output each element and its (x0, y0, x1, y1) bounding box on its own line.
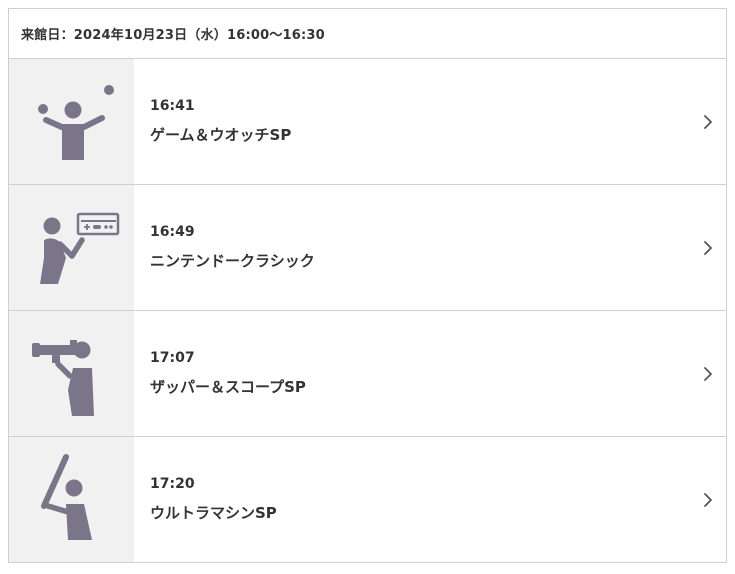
attraction-time: 16:49 (150, 224, 195, 240)
attraction-info: 17:20 ウルトラマシンSP (134, 437, 690, 562)
attraction-title: ウルトラマシンSP (150, 504, 277, 522)
person-with-zapper-scope-icon (31, 339, 94, 416)
schedule-panel: 来館日：2024年10月23日（水）16:00〜16:30 16:41 ゲーム＆… (8, 8, 727, 563)
attraction-title: ニンテンドークラシック (150, 252, 315, 270)
attraction-row-nintendo-classic[interactable]: 16:49 ニンテンドークラシック (9, 185, 726, 311)
visit-date-label: 来館日：2024年10月23日（水）16:00〜16:30 (21, 28, 325, 43)
person-swinging-bat-icon (40, 453, 92, 540)
chevron-right-icon[interactable] (690, 59, 726, 184)
person-with-game-controller-icon (39, 212, 119, 284)
chevron-right-icon[interactable] (690, 311, 726, 436)
attraction-thumbnail (9, 59, 134, 184)
attraction-title: ザッパー＆スコープSP (150, 378, 306, 396)
attraction-info: 16:41 ゲーム＆ウオッチSP (134, 59, 690, 184)
attraction-time: 17:20 (150, 476, 195, 492)
chevron-right-icon[interactable] (690, 437, 726, 562)
juggling-person-icon (37, 84, 114, 160)
visit-date-header: 来館日：2024年10月23日（水）16:00〜16:30 (9, 9, 726, 59)
attraction-thumbnail (9, 311, 134, 436)
attraction-time: 17:07 (150, 350, 195, 366)
chevron-right-icon[interactable] (690, 185, 726, 310)
attraction-thumbnail (9, 437, 134, 562)
attraction-row-zapper-and-scope[interactable]: 17:07 ザッパー＆スコープSP (9, 311, 726, 437)
attraction-row-game-and-watch[interactable]: 16:41 ゲーム＆ウオッチSP (9, 59, 726, 185)
attraction-title: ゲーム＆ウオッチSP (150, 126, 292, 144)
attraction-time: 16:41 (150, 98, 195, 114)
attraction-info: 17:07 ザッパー＆スコープSP (134, 311, 690, 436)
attraction-row-ultra-machine[interactable]: 17:20 ウルトラマシンSP (9, 437, 726, 562)
attraction-thumbnail (9, 185, 134, 310)
attraction-info: 16:49 ニンテンドークラシック (134, 185, 690, 310)
